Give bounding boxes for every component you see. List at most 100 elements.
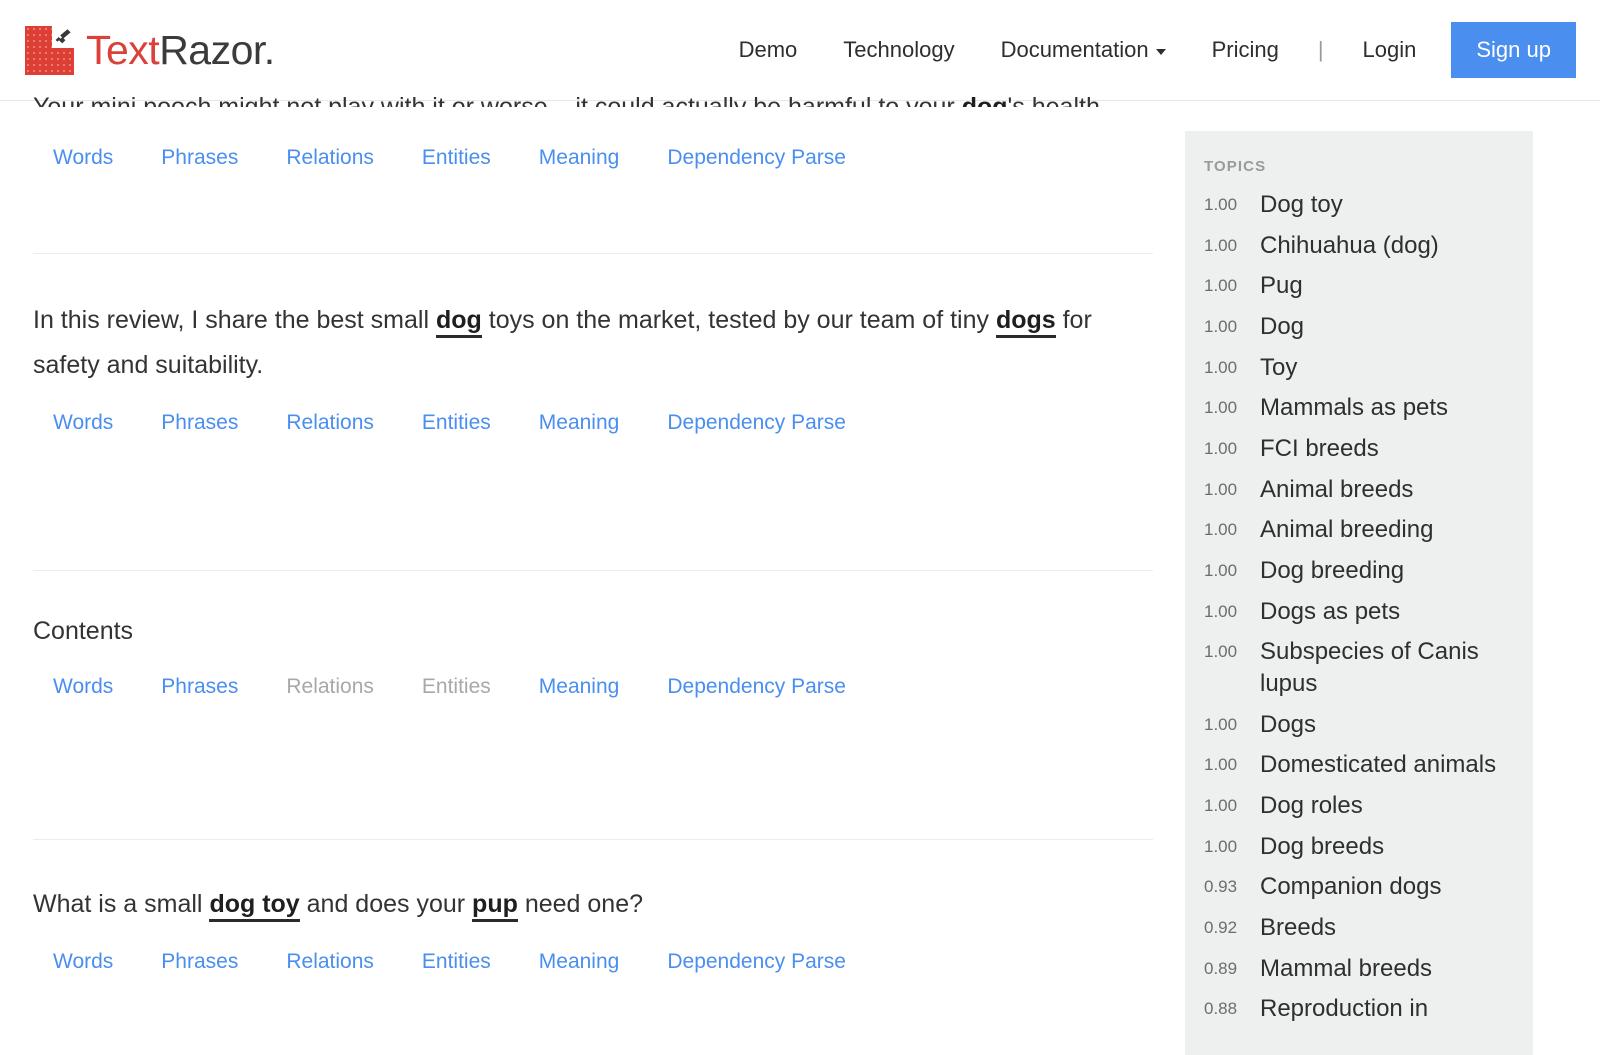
topics-panel: TOPICS 1.00Dog toy1.00Chihuahua (dog)1.0… — [1185, 131, 1533, 1055]
tab-words[interactable]: Words — [53, 147, 113, 168]
tab-meaning[interactable]: Meaning — [539, 147, 620, 168]
topics-list: 1.00Dog toy1.00Chihuahua (dog)1.00Pug1.0… — [1185, 189, 1533, 1025]
tab-phrases[interactable]: Phrases — [161, 147, 238, 168]
topic-score: 1.00 — [1204, 790, 1260, 816]
topic-score: 1.00 — [1204, 831, 1260, 857]
tab-bar-review: Words Phrases Relations Entities Meaning… — [33, 412, 1153, 433]
entity-dog[interactable]: dog — [962, 93, 1008, 107]
topic-row[interactable]: 0.92Breeds — [1185, 912, 1533, 944]
tab-dependency-parse[interactable]: Dependency Parse — [667, 951, 846, 972]
nav-item-login[interactable]: Login — [1340, 39, 1440, 61]
topic-row[interactable]: 1.00Mammals as pets — [1185, 392, 1533, 424]
topic-row[interactable]: 0.93Companion dogs — [1185, 871, 1533, 903]
tab-relations[interactable]: Relations — [286, 951, 374, 972]
topic-row[interactable]: 1.00Animal breeds — [1185, 474, 1533, 506]
topic-row[interactable]: 1.00Dogs as pets — [1185, 596, 1533, 628]
sentence-block-contents: Contents Words Phrases Relations Entitie… — [33, 571, 1153, 839]
tab-phrases[interactable]: Phrases — [161, 412, 238, 433]
tab-meaning[interactable]: Meaning — [539, 412, 620, 433]
topic-row[interactable]: 0.89Mammal breeds — [1185, 953, 1533, 985]
nav-item-technology[interactable]: Technology — [820, 39, 977, 61]
brand-text-part2: Razor. — [159, 27, 275, 73]
topic-row[interactable]: 1.00Dog breeding — [1185, 555, 1533, 587]
topic-score: 1.00 — [1204, 270, 1260, 296]
topic-row[interactable]: 1.00Dog roles — [1185, 790, 1533, 822]
entity-dog[interactable]: dog — [436, 306, 482, 338]
tab-entities: Entities — [422, 676, 491, 697]
tab-words[interactable]: Words — [53, 951, 113, 972]
tab-relations[interactable]: Relations — [286, 147, 374, 168]
topic-row[interactable]: 1.00Toy — [1185, 352, 1533, 384]
topic-score: 1.00 — [1204, 189, 1260, 215]
tab-entities[interactable]: Entities — [422, 147, 491, 168]
topic-row[interactable]: 1.00FCI breeds — [1185, 433, 1533, 465]
sentence-dogtoy-part1: What is a small — [33, 890, 209, 918]
topic-label: Dog breeding — [1260, 555, 1404, 587]
entity-dogs[interactable]: dogs — [996, 306, 1056, 338]
razor-blade-icon — [54, 28, 72, 46]
topic-score: 0.88 — [1204, 993, 1260, 1019]
tab-words[interactable]: Words — [53, 412, 113, 433]
topic-score: 1.00 — [1204, 433, 1260, 459]
topic-label: Reproduction in — [1260, 993, 1428, 1025]
topic-label: Dog breeds — [1260, 831, 1384, 863]
topic-row[interactable]: 1.00Domesticated animals — [1185, 749, 1533, 781]
topic-row[interactable]: 1.00Subspecies of Canis lupus — [1185, 636, 1533, 699]
nav-label-pricing: Pricing — [1212, 39, 1279, 61]
sentence-clipped-before: Your mini pooch might not play with it o… — [33, 93, 962, 107]
topic-label: Breeds — [1260, 912, 1336, 944]
nav-label-demo: Demo — [739, 39, 798, 61]
tab-dependency-parse[interactable]: Dependency Parse — [667, 147, 846, 168]
topic-score: 1.00 — [1204, 230, 1260, 256]
topic-row[interactable]: 1.00Pug — [1185, 270, 1533, 302]
topic-score: 1.00 — [1204, 474, 1260, 500]
topic-row[interactable]: 1.00Chihuahua (dog) — [1185, 230, 1533, 262]
brand-logo-link[interactable]: TextRazor. — [25, 26, 275, 75]
nav-item-demo[interactable]: Demo — [716, 39, 821, 61]
tab-phrases[interactable]: Phrases — [161, 676, 238, 697]
tab-bar-contents: Words Phrases Relations Entities Meaning… — [33, 676, 1153, 697]
topic-label: Animal breeding — [1260, 514, 1433, 546]
entity-pup[interactable]: pup — [472, 890, 518, 922]
tab-meaning[interactable]: Meaning — [539, 676, 620, 697]
topic-label: Pug — [1260, 270, 1303, 302]
tab-bar-dogtoy: Words Phrases Relations Entities Meaning… — [33, 951, 1153, 972]
topic-label: Companion dogs — [1260, 871, 1441, 903]
topic-label: Dogs — [1260, 709, 1316, 741]
topic-label: Mammal breeds — [1260, 953, 1432, 985]
topic-score: 1.00 — [1204, 636, 1260, 662]
topic-score: 1.00 — [1204, 514, 1260, 540]
tab-meaning[interactable]: Meaning — [539, 951, 620, 972]
tab-relations: Relations — [286, 676, 374, 697]
tab-relations[interactable]: Relations — [286, 412, 374, 433]
tab-words[interactable]: Words — [53, 676, 113, 697]
nav-label-login: Login — [1363, 39, 1417, 61]
nav-item-pricing[interactable]: Pricing — [1189, 39, 1302, 61]
topic-score: 0.93 — [1204, 871, 1260, 897]
topic-label: Animal breeds — [1260, 474, 1413, 506]
entity-dog-toy[interactable]: dog toy — [209, 890, 299, 922]
topic-label: Toy — [1260, 352, 1297, 384]
nav-item-documentation[interactable]: Documentation — [978, 39, 1189, 61]
topic-row[interactable]: 1.00Animal breeding — [1185, 514, 1533, 546]
topic-score: 0.89 — [1204, 953, 1260, 979]
topic-row[interactable]: 1.00Dog toy — [1185, 189, 1533, 221]
signup-button[interactable]: Sign up — [1451, 22, 1576, 78]
sentence-review-part2: toys on the market, tested by our team o… — [482, 306, 996, 334]
sentence-block-dogtoy: What is a small dog toy and does your pu… — [33, 840, 1153, 972]
topic-score: 1.00 — [1204, 555, 1260, 581]
topic-row[interactable]: 1.00Dog — [1185, 311, 1533, 343]
topic-score: 1.00 — [1204, 749, 1260, 775]
sentence-text-clipped: Your mini pooch might not play with it o… — [33, 85, 1153, 107]
topic-score: 0.92 — [1204, 912, 1260, 938]
tab-phrases[interactable]: Phrases — [161, 951, 238, 972]
topic-row[interactable]: 0.88Reproduction in — [1185, 993, 1533, 1025]
tab-dependency-parse[interactable]: Dependency Parse — [667, 676, 846, 697]
topic-score: 1.00 — [1204, 311, 1260, 337]
topic-row[interactable]: 1.00Dogs — [1185, 709, 1533, 741]
brand-text-part1: Text — [86, 27, 159, 73]
tab-dependency-parse[interactable]: Dependency Parse — [667, 412, 846, 433]
tab-entities[interactable]: Entities — [422, 412, 491, 433]
topic-row[interactable]: 1.00Dog breeds — [1185, 831, 1533, 863]
tab-entities[interactable]: Entities — [422, 951, 491, 972]
